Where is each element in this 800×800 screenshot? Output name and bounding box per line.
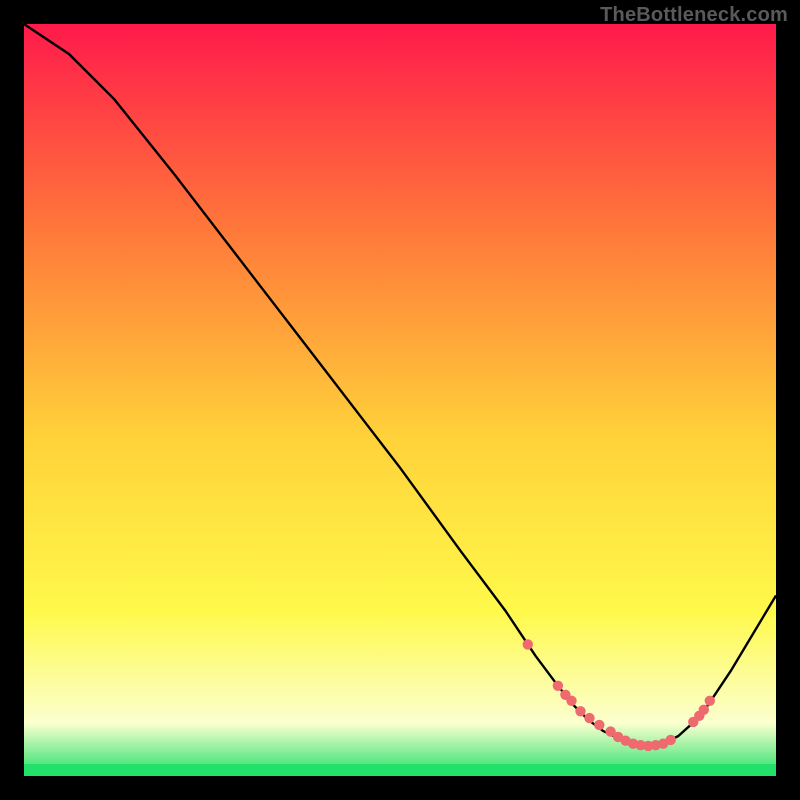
marker-point <box>666 735 676 745</box>
marker-point <box>699 705 709 715</box>
marker-point <box>594 720 604 730</box>
marker-point <box>705 696 715 706</box>
marker-point <box>553 681 563 691</box>
gradient-background <box>24 24 776 776</box>
chart-frame: TheBottleneck.com <box>0 0 800 800</box>
chart-svg <box>24 24 776 776</box>
marker-point <box>584 713 594 723</box>
marker-point <box>566 696 576 706</box>
green-band <box>24 764 776 776</box>
marker-point <box>575 706 585 716</box>
plot-area <box>24 24 776 776</box>
marker-point <box>523 639 533 649</box>
